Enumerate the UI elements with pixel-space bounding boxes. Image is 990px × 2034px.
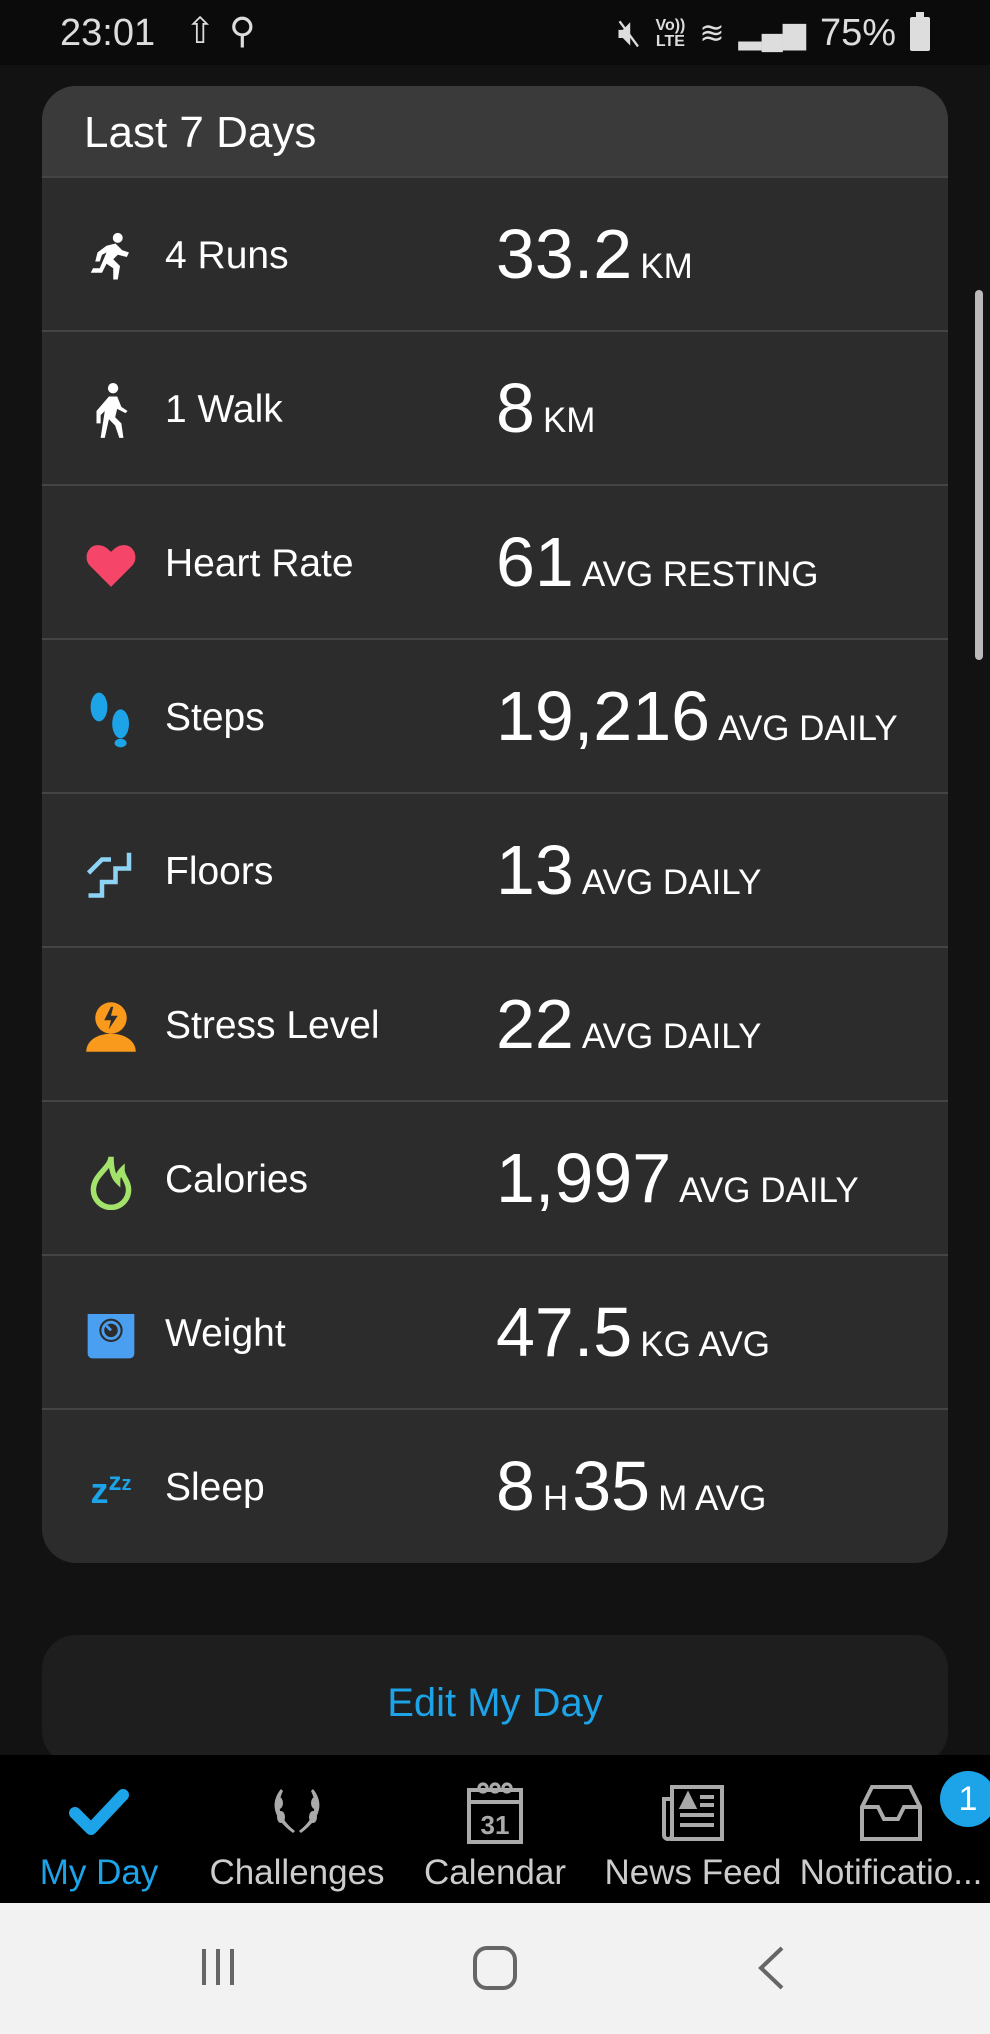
flame-icon [82,1152,140,1210]
tab-label: Notificatio... [799,1853,983,1892]
card-title: Last 7 Days [42,86,948,178]
status-bar: 23:01 ⇧⚲ 🔇︎ Vo)) LTE ≋ ▂▄▆ 75% [0,0,990,65]
recent-apps-button[interactable] [196,1945,240,1989]
checkmark-icon [0,1773,198,1853]
running-icon [82,228,140,286]
volte-icon: Vo)) LTE [655,16,686,50]
laurel-icon [198,1773,396,1853]
tab-label: Calendar [423,1853,567,1892]
stat-row[interactable]: zzz Sleep 8 H35 M AVG [42,1410,948,1563]
stat-label: Sleep [165,1466,265,1509]
stat-label: Floors [165,850,274,893]
stat-value: 22 [496,985,574,1063]
stat-row[interactable]: Floors 13 AVG DAILY [42,794,948,948]
home-button[interactable] [472,1945,518,1991]
stat-row[interactable]: 4 Runs 33.2 KM [42,178,948,332]
stress-icon [82,998,140,1056]
stat-unit: M AVG [658,1479,767,1518]
stat-value-group: 8 H35 M AVG [496,1446,770,1526]
tab-my-day[interactable]: My Day [0,1755,198,1903]
search-icon: ⚲ [229,10,270,51]
edit-my-day-button[interactable]: Edit My Day [42,1635,948,1765]
tab-notificatio[interactable]: Notificatio... 1 [792,1755,990,1903]
sleep-icon: zzz [90,1466,132,1511]
tab-news-feed[interactable]: News Feed [594,1755,792,1903]
stat-value-group: 1,997 AVG DAILY [496,1138,863,1218]
stat-label: 4 Runs [165,234,289,277]
clock: 23:01 [60,12,156,54]
stat-row[interactable]: Stress Level 22 AVG DAILY [42,948,948,1102]
stat-row[interactable]: Calories 1,997 AVG DAILY [42,1102,948,1256]
stat-label: Heart Rate [165,542,354,585]
tab-challenges[interactable]: Challenges [198,1755,396,1903]
tab-label: News Feed [604,1853,782,1892]
stat-label: Calories [165,1158,309,1201]
stat-value: 8 [496,1447,535,1525]
back-button[interactable] [756,1945,786,1991]
stat-label: Weight [165,1312,286,1355]
stat-value: 1,997 [496,1139,672,1217]
notification-badge: 1 [940,1771,990,1827]
stat-unit: AVG RESTING [581,555,819,594]
stat-row[interactable]: Weight 47.5 KG AVG [42,1256,948,1410]
stat-value-group: 13 AVG DAILY [496,830,765,910]
stat-value-group: 19,216 AVG DAILY [496,676,902,756]
stat-value-group: 8 KM [496,368,599,448]
system-nav-bar [0,1903,990,2034]
stat-value-group: 22 AVG DAILY [496,984,765,1064]
stat-label: Stress Level [165,1004,380,1047]
upload-icon: ⇧ [185,10,230,51]
last-7-days-card[interactable]: Last 7 Days 4 Runs 33.2 KM 1 Walk 8 KM Heart R… [42,86,948,1563]
stat-value: 19,216 [496,677,711,755]
stat-unit: AVG DAILY [581,863,762,902]
stat-unit: KM [542,401,596,440]
stat-value: 35 [572,1447,651,1525]
scale-icon [82,1306,140,1364]
wifi-icon: ≋ [699,17,725,50]
walking-icon [82,382,140,440]
stat-unit: AVG DAILY [718,709,898,748]
newspaper-icon [594,1773,792,1853]
stat-value-group: 61 AVG RESTING [496,522,822,602]
svg-text:31: 31 [481,1810,510,1840]
stat-row[interactable]: Heart Rate 61 AVG RESTING [42,486,948,640]
bottom-tab-bar: My Day Challenges 31 Calendar News Feed Notif… [0,1755,990,1903]
stairs-icon [82,844,140,902]
stat-unit: AVG DAILY [581,1017,762,1056]
tab-label: Challenges [209,1853,385,1892]
stat-unit: KG AVG [640,1325,770,1364]
stat-value-group: 33.2 KM [496,214,697,294]
stat-label: 1 Walk [165,388,283,431]
heart-icon [82,536,140,594]
signal-icon: ▂▄▆ [738,17,806,50]
stat-label: Steps [165,696,265,739]
stat-value: 33.2 [496,215,633,293]
stat-row[interactable]: Steps 19,216 AVG DAILY [42,640,948,794]
tab-calendar[interactable]: 31 Calendar [396,1755,594,1903]
battery-icon [910,11,930,51]
mute-icon: 🔇︎ [617,12,642,54]
stat-value: 61 [496,523,574,601]
stat-unit: AVG DAILY [679,1171,859,1210]
stat-value-group: 47.5 KG AVG [496,1292,774,1372]
battery-percent: 75% [819,12,896,54]
stat-value: 47.5 [496,1293,633,1371]
stat-value: 13 [496,831,574,909]
calendar-icon: 31 [396,1773,594,1853]
footsteps-icon [82,690,140,748]
scrollbar[interactable] [975,290,983,660]
stat-value: 8 [496,369,535,447]
stat-row[interactable]: 1 Walk 8 KM [42,332,948,486]
stat-unit: KM [640,247,693,286]
tab-label: My Day [39,1853,159,1892]
stat-unit: H [542,1479,569,1518]
